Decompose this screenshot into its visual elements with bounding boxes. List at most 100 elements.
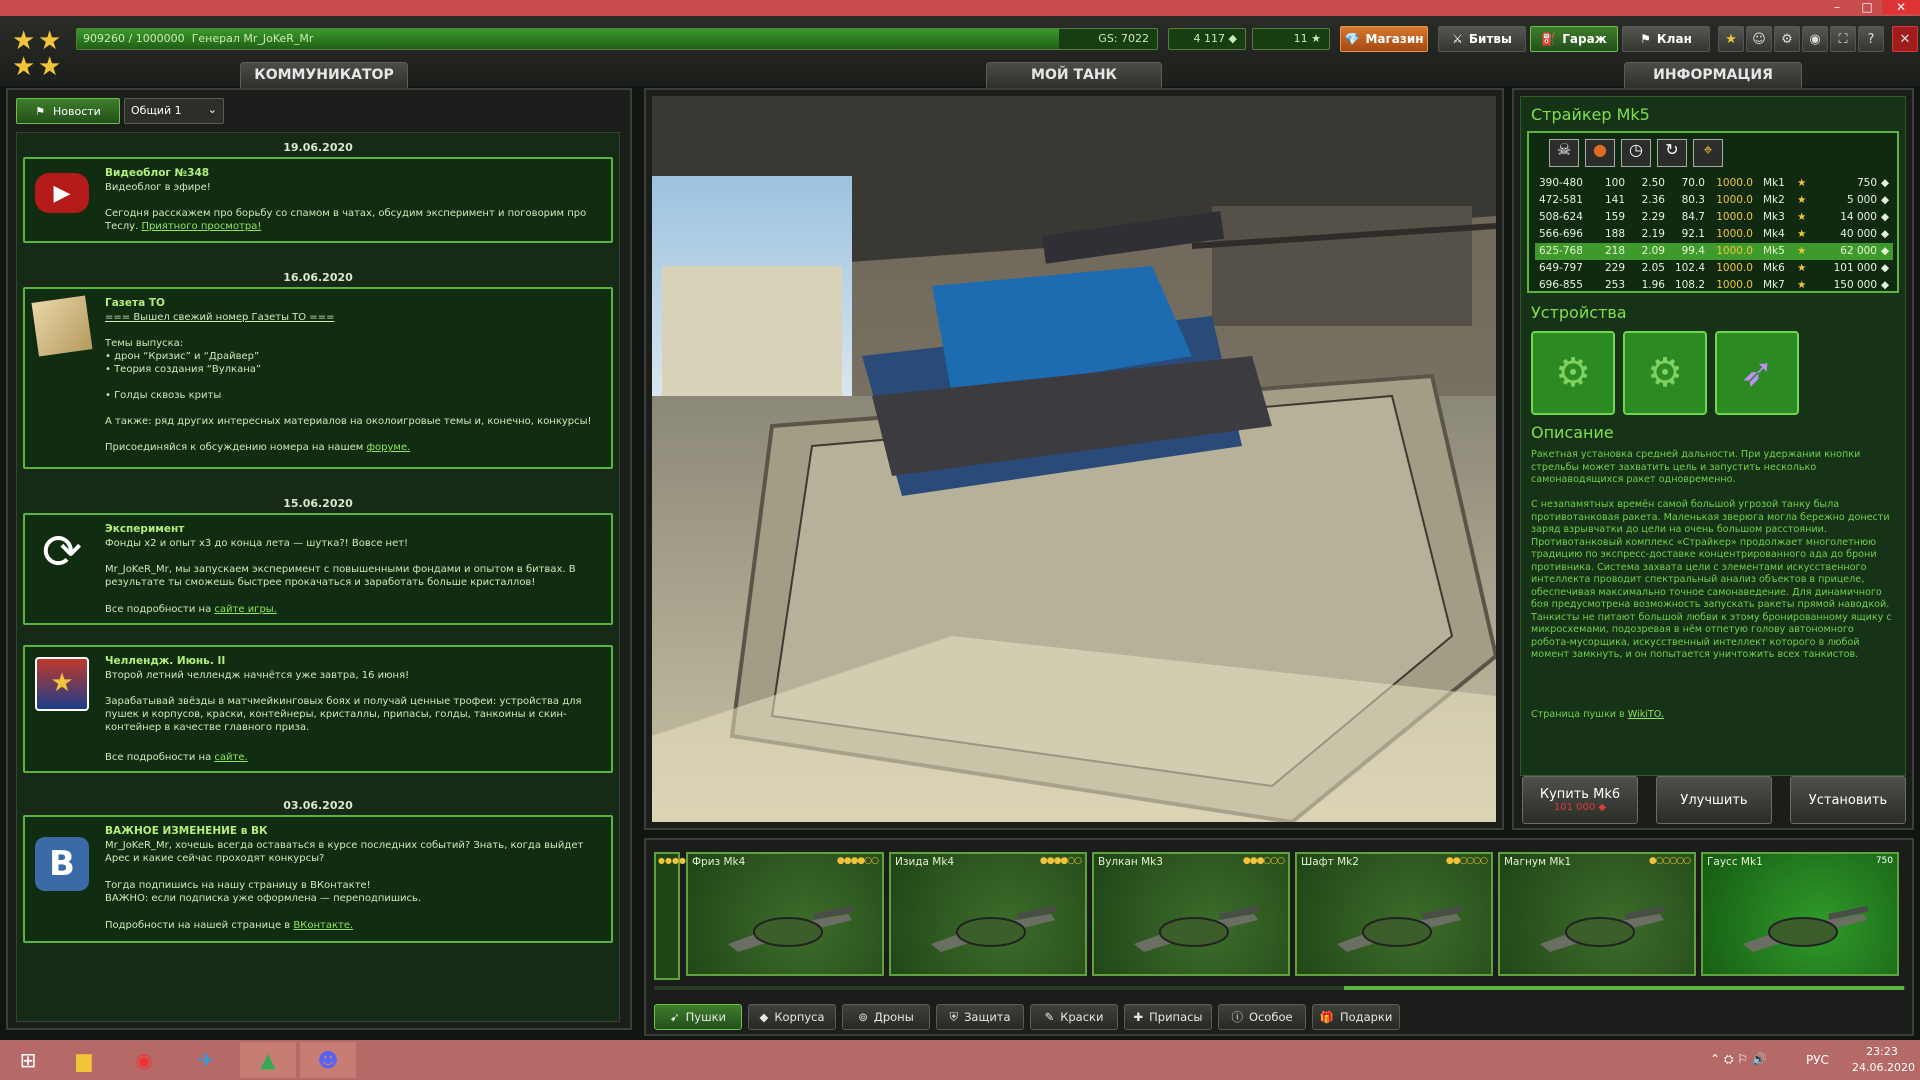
tab-label: Дроны <box>873 1010 914 1024</box>
clock-time: 23:23 <box>1866 1045 1898 1058</box>
item-card[interactable]: Шафт Mk2 ●●○○○○ <box>1295 852 1493 976</box>
garage-button[interactable]: ⛽ Гараж <box>1530 26 1618 52</box>
tab-drone[interactable]: ⊚ Дроны <box>842 1004 930 1030</box>
news-link[interactable]: форуме. <box>366 442 410 453</box>
info-content: Страйкер Mk5 ☠ ● ◷ ↻ ⌖ 390-480 100 2.50 70.… <box>1520 96 1906 776</box>
discord-icon[interactable]: ☻ <box>300 1042 356 1078</box>
upgrade-row[interactable]: 696-855 253 1.96 108.2 1000.0 Mk7 ★ 150 000 ◆ <box>1535 277 1893 294</box>
device-slot-3[interactable]: ➶ <box>1715 331 1799 415</box>
item-card[interactable]: Магнум Mk1 ●○○○○○ <box>1498 852 1696 976</box>
sound-icon[interactable]: ◉ <box>1802 26 1828 52</box>
upgrade-row[interactable]: 472-581 141 2.36 80.3 1000.0 Mk2 ★ 5 000 ◆ <box>1535 192 1893 209</box>
cell-c3: 2.29 <box>1641 211 1665 223</box>
device-slot-1[interactable]: ⚙ <box>1531 331 1615 415</box>
rank-icon: ★ <box>1797 228 1807 240</box>
tab-gift[interactable]: 🎁 Подарки <box>1312 1004 1400 1030</box>
file-explorer-icon[interactable]: ▆ <box>56 1042 112 1078</box>
clock[interactable]: 23:23 24.06.2020 <box>1852 1044 1915 1076</box>
minimize-button[interactable]: – <box>1822 0 1852 14</box>
upgrade-row[interactable]: 566-696 188 2.19 92.1 1000.0 Mk4 ★ 40 000 ◆ <box>1535 226 1893 243</box>
news-text: Все подробности на сайте игры. <box>105 604 277 615</box>
device-slot-2[interactable]: ⚙ <box>1623 331 1707 415</box>
news-date: 16.06.2020 <box>283 271 353 284</box>
tab-hull[interactable]: ◆ Корпуса <box>748 1004 836 1030</box>
windows-start-icon[interactable]: ⊞ <box>0 1042 56 1078</box>
chrome-icon[interactable]: ◉ <box>116 1042 172 1078</box>
turret-image <box>1540 905 1666 952</box>
clan-button[interactable]: ⚑ Клан <box>1622 26 1710 52</box>
news-title: Газета ТО <box>105 297 165 309</box>
scroll-left-item[interactable]: ●●●● <box>654 852 686 980</box>
shop-button[interactable]: 💎 Магазин <box>1340 26 1428 52</box>
tab-gun[interactable]: ➹ Пушки <box>654 1004 742 1030</box>
upgrade-row[interactable]: 649-797 229 2.05 102.4 1000.0 Mk6 ★ 101 000 ◆ <box>1535 260 1893 277</box>
buy-button[interactable]: Купить Mk6 101 000 ◆ <box>1522 776 1638 824</box>
window-close-button[interactable]: ✕ <box>1882 0 1920 14</box>
tab-special[interactable]: ⓘ Особое <box>1218 1004 1306 1030</box>
news-link[interactable]: сайте игры. <box>214 604 276 615</box>
cell-c5: 1000.0 <box>1716 211 1753 223</box>
channel-select[interactable]: Общий 1 ⌄ <box>124 98 224 124</box>
battles-button[interactable]: ⚔ Битвы <box>1438 26 1526 52</box>
telegram-icon[interactable]: ✈ <box>178 1042 234 1078</box>
tab-my-tank[interactable]: МОЙ ТАНК <box>986 62 1162 88</box>
scroll-thumb[interactable] <box>1344 986 1904 990</box>
star-icon[interactable]: ★ <box>1718 26 1744 52</box>
crystal-icon: ◆ <box>1881 279 1890 291</box>
list-scrollbar[interactable] <box>654 986 1906 990</box>
install-button[interactable]: Установить <box>1790 776 1906 824</box>
item-card[interactable]: Изида Mk4 ●●●●○○ <box>889 852 1087 976</box>
shield-icon: ⛨ <box>949 1009 959 1024</box>
item-card[interactable]: Фриз Mk4 ●●●●○○ <box>686 852 884 976</box>
rank-icon: ★ <box>1797 194 1807 206</box>
turret-image <box>1134 905 1260 952</box>
player-name: Генерал Mr_JoKeR_Mr <box>191 32 314 45</box>
upgrade-row[interactable]: 390-480 100 2.50 70.0 1000.0 Mk1 ★ 750 ◆ <box>1535 175 1893 192</box>
tray-icons[interactable]: ⌃ ⛭ ⚐ 🔊 <box>1710 1052 1767 1067</box>
cell-c4: 84.7 <box>1681 211 1705 223</box>
upgrade-button[interactable]: Улучшить <box>1656 776 1772 824</box>
language-indicator[interactable]: РУС <box>1806 1053 1829 1067</box>
cell-c3: 1.96 <box>1641 279 1665 291</box>
upgrade-row[interactable]: 625-768 218 2.09 99.4 1000.0 Mk5 ★ 62 000 ◆ <box>1535 243 1893 260</box>
rank-icon: ★ <box>1797 211 1807 223</box>
cell-c2: 218 <box>1604 245 1625 257</box>
tab-label: Припасы <box>1149 1010 1203 1024</box>
wiki-link[interactable]: WikiTO. <box>1628 709 1664 720</box>
tab-communicator[interactable]: КОММУНИКАТОР <box>240 62 408 88</box>
window-title-bar: – □ ✕ <box>0 0 1920 16</box>
help-icon[interactable]: ? <box>1858 26 1884 52</box>
crossed-swords-icon: ⚔ <box>1452 32 1463 46</box>
tab-label: Защита <box>964 1010 1011 1024</box>
cell-c1: 390-480 <box>1539 177 1583 189</box>
tab-supplies[interactable]: ✚ Припасы <box>1124 1004 1212 1030</box>
news-link[interactable]: Приятного просмотра! <box>141 221 261 232</box>
news-text: Второй летний челлендж начнётся уже завт… <box>105 670 410 681</box>
cell-c1: 625-768 <box>1539 245 1583 257</box>
maximize-button[interactable]: □ <box>1852 0 1882 14</box>
tab-shield[interactable]: ⛨ Защита <box>936 1004 1024 1030</box>
exit-icon[interactable]: ✕ <box>1892 26 1918 52</box>
news-button[interactable]: ⚑ Новости <box>16 98 120 124</box>
tab-information[interactable]: ИНФОРМАЦИЯ <box>1624 62 1802 88</box>
news-text: ВАЖНО: если подписка уже оформлена — пер… <box>105 893 422 904</box>
news-link[interactable]: ВКонтакте. <box>293 920 353 931</box>
news-link[interactable]: === Вышел свежий номер Газеты ТО === <box>105 311 599 324</box>
tab-paint[interactable]: ✎ Краски <box>1030 1004 1118 1030</box>
settings-icon[interactable]: ⚙ <box>1774 26 1800 52</box>
news-feed[interactable]: 19.06.2020 ▶ Видеоблог №348 Видеоблог в … <box>16 132 620 1022</box>
devices-title: Устройства <box>1531 303 1627 322</box>
tank-viewer[interactable] <box>644 88 1504 830</box>
item-card[interactable]: Гаусс Mk1 750 <box>1701 852 1899 976</box>
item-card[interactable]: Вулкан Mk3 ●●●○○○ <box>1092 852 1290 976</box>
news-link[interactable]: сайте. <box>214 752 247 763</box>
item-name: Фриз Mk4 <box>692 856 746 868</box>
fullscreen-icon[interactable]: ⛶ <box>1830 26 1856 52</box>
tab-label: Особое <box>1248 1010 1293 1024</box>
game-taskbar-icon[interactable]: ▲ <box>240 1042 296 1078</box>
clan-icon: ⚑ <box>1640 32 1651 46</box>
upgrade-row[interactable]: 508-624 159 2.29 84.7 1000.0 Mk3 ★ 14 000 ◆ <box>1535 209 1893 226</box>
cell-c5: 1000.0 <box>1716 262 1753 274</box>
friends-icon[interactable]: ☺ <box>1746 26 1772 52</box>
drone-icon: ⊚ <box>858 1010 868 1024</box>
